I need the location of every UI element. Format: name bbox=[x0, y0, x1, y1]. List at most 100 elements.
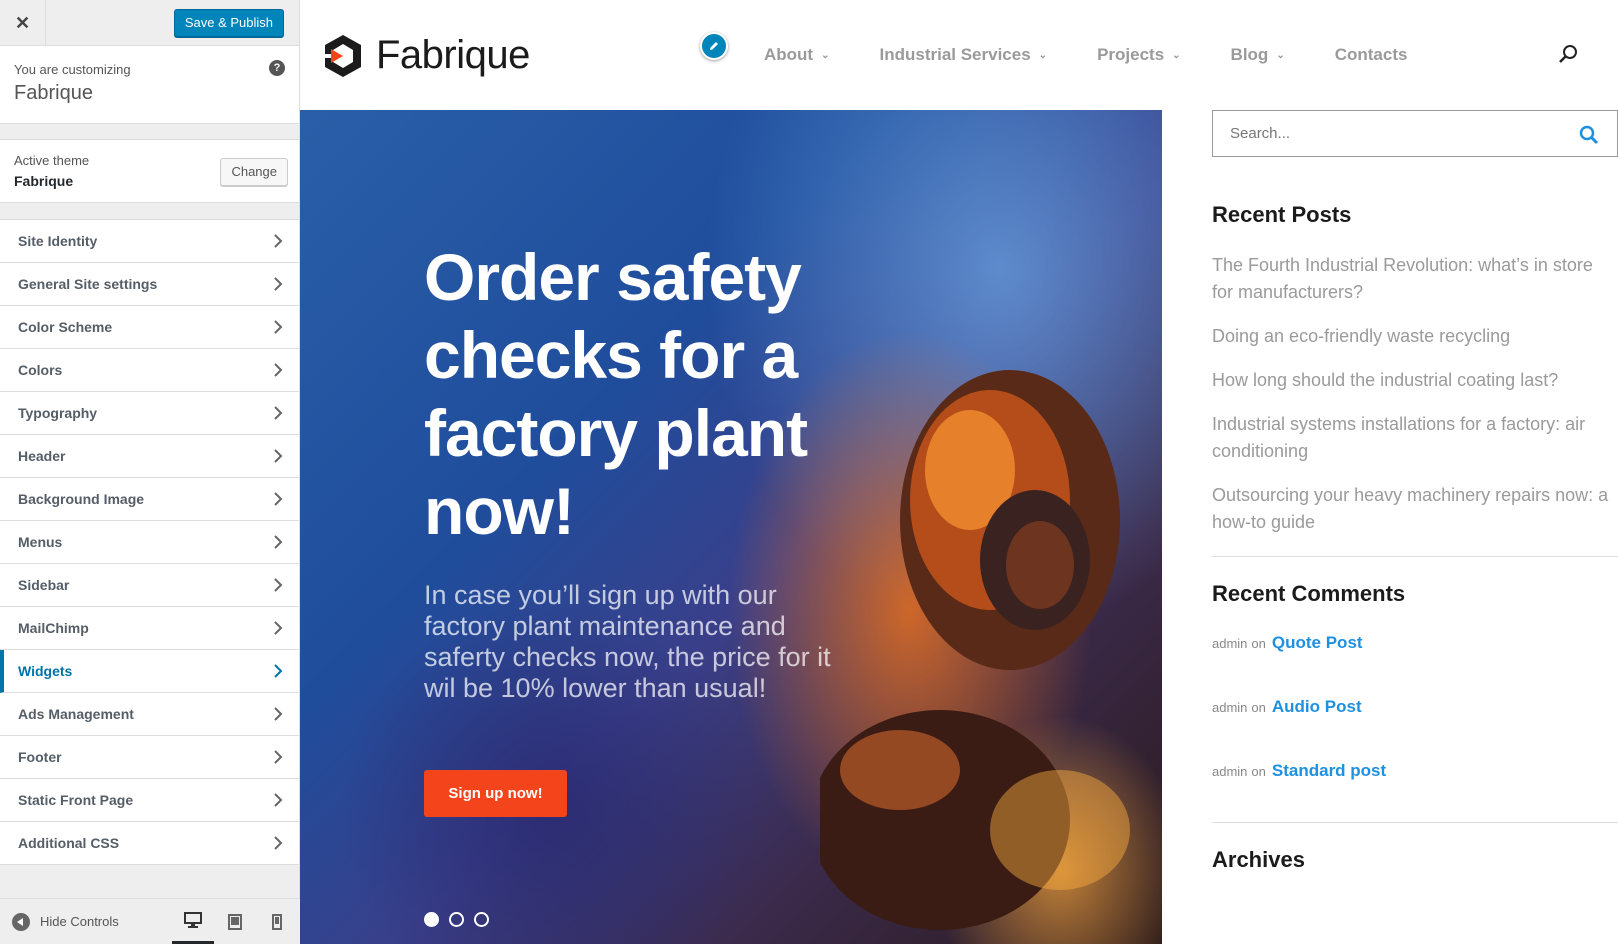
slider-pagination bbox=[424, 912, 499, 927]
section-background-image[interactable]: Background Image bbox=[0, 478, 299, 521]
archives-title: Archives bbox=[1212, 847, 1305, 872]
section-label: Menus bbox=[18, 534, 63, 550]
help-icon[interactable]: ? bbox=[269, 60, 285, 76]
close-customizer-button[interactable]: ✕ bbox=[0, 0, 46, 46]
customizer-header: ✕ Save & Publish bbox=[0, 0, 299, 46]
recent-post-link[interactable]: Doing an eco-friendly waste recycling bbox=[1212, 323, 1618, 350]
section-general-site-settings[interactable]: General Site settings bbox=[0, 263, 299, 306]
section-label: Typography bbox=[18, 405, 98, 421]
comment-author[interactable]: admin bbox=[1212, 636, 1247, 651]
site-preview: Fabrique About ⌄ Industrial Services ⌄ Proje… bbox=[300, 0, 1618, 944]
section-label: Widgets bbox=[18, 663, 73, 679]
comment-item: admin on Quote Post bbox=[1212, 633, 1618, 697]
edit-shortcut-pencil-icon[interactable] bbox=[700, 32, 728, 60]
slider-dot-3[interactable] bbox=[474, 912, 489, 927]
hero-subtitle: In case you’ll sign up with our factory … bbox=[424, 580, 831, 703]
customizer-sections: Site Identity General Site settings Color … bbox=[0, 219, 299, 865]
chevron-right-icon bbox=[274, 750, 283, 764]
comment-item: admin on Standard post bbox=[1212, 761, 1618, 825]
section-menus[interactable]: Menus bbox=[0, 521, 299, 564]
nav-item-label: Projects bbox=[1097, 45, 1165, 64]
preview-tablet-button[interactable] bbox=[214, 899, 256, 944]
section-label: Colors bbox=[18, 362, 63, 378]
chevron-right-icon bbox=[274, 449, 283, 463]
recent-posts-list: The Fourth Industrial Revolution: what’s… bbox=[1212, 252, 1618, 536]
section-label: Site Identity bbox=[18, 233, 98, 249]
nav-item-projects[interactable]: Projects ⌄ bbox=[1097, 45, 1180, 65]
section-typography[interactable]: Typography bbox=[0, 392, 299, 435]
hide-controls-button[interactable]: Hide Controls bbox=[12, 912, 119, 931]
section-additional-css[interactable]: Additional CSS bbox=[0, 822, 299, 865]
welder-illustration bbox=[820, 370, 1130, 930]
recent-post-link[interactable]: How long should the industrial coating l… bbox=[1212, 367, 1618, 394]
nav-item-label: Contacts bbox=[1334, 45, 1408, 64]
section-sidebar[interactable]: Sidebar bbox=[0, 564, 299, 607]
site-logo[interactable]: Fabrique bbox=[324, 33, 530, 78]
comment-author[interactable]: admin bbox=[1212, 764, 1247, 779]
chevron-right-icon bbox=[274, 793, 283, 807]
chevron-right-icon bbox=[274, 277, 283, 291]
recent-comments-title: Recent Comments bbox=[1212, 581, 1406, 606]
collapse-icon bbox=[12, 912, 30, 931]
comment-post-link[interactable]: Audio Post bbox=[1272, 697, 1362, 717]
section-label: Footer bbox=[18, 749, 62, 765]
section-label: Color Scheme bbox=[18, 319, 113, 335]
hero-slider: Order safety checks for a factory plant … bbox=[300, 110, 1162, 944]
customizing-label: You are customizing bbox=[14, 62, 131, 77]
recent-post-link[interactable]: Outsourcing your heavy machinery repairs… bbox=[1212, 482, 1618, 536]
change-theme-button[interactable]: Change bbox=[220, 158, 288, 186]
divider bbox=[1212, 556, 1618, 557]
recent-posts-title: Recent Posts bbox=[1212, 202, 1352, 227]
section-label: Ads Management bbox=[18, 706, 134, 722]
section-footer[interactable]: Footer bbox=[0, 736, 299, 779]
nav-item-blog[interactable]: Blog ⌄ bbox=[1231, 45, 1285, 65]
chevron-right-icon bbox=[274, 836, 283, 850]
customizer-footer: Hide Controls bbox=[0, 898, 300, 944]
slider-dot-2[interactable] bbox=[449, 912, 464, 927]
section-header[interactable]: Header bbox=[0, 435, 299, 478]
logo-text: Fabrique bbox=[376, 33, 530, 77]
search-icon[interactable] bbox=[1558, 44, 1578, 69]
comment-on-label: on bbox=[1251, 636, 1266, 651]
comment-post-link[interactable]: Standard post bbox=[1272, 761, 1386, 781]
section-static-front-page[interactable]: Static Front Page bbox=[0, 779, 299, 822]
comment-author[interactable]: admin bbox=[1212, 700, 1247, 715]
save-publish-button[interactable]: Save & Publish bbox=[173, 9, 284, 37]
nav-item-label: About bbox=[764, 45, 814, 64]
chevron-right-icon bbox=[274, 578, 283, 592]
comment-post-link[interactable]: Quote Post bbox=[1272, 633, 1363, 653]
search-input[interactable] bbox=[1213, 125, 1553, 142]
search-submit-icon[interactable] bbox=[1579, 125, 1599, 150]
section-label: Static Front Page bbox=[18, 792, 134, 808]
preview-desktop-button[interactable] bbox=[172, 899, 214, 944]
active-theme-panel: Active theme Fabrique Change bbox=[0, 139, 299, 203]
section-label: Additional CSS bbox=[18, 835, 120, 851]
section-widgets[interactable]: Widgets bbox=[0, 650, 299, 693]
section-ads-management[interactable]: Ads Management bbox=[0, 693, 299, 736]
section-label: General Site settings bbox=[18, 276, 158, 292]
nav-item-contacts[interactable]: Contacts bbox=[1335, 45, 1408, 65]
preview-mobile-button[interactable] bbox=[256, 899, 298, 944]
nav-item-about[interactable]: About ⌄ bbox=[764, 45, 829, 65]
section-label: MailChimp bbox=[18, 620, 89, 636]
chevron-right-icon bbox=[274, 234, 283, 248]
customizing-info: You are customizing Fabrique ? bbox=[0, 46, 299, 124]
section-mailchimp[interactable]: MailChimp bbox=[0, 607, 299, 650]
nav-item-label: Industrial Services bbox=[879, 45, 1031, 64]
chevron-right-icon bbox=[274, 363, 283, 377]
desktop-icon bbox=[184, 912, 202, 928]
slider-dot-1[interactable] bbox=[424, 912, 439, 927]
recent-post-link[interactable]: The Fourth Industrial Revolution: what’s… bbox=[1212, 252, 1618, 306]
section-site-identity[interactable]: Site Identity bbox=[0, 220, 299, 263]
section-color-scheme[interactable]: Color Scheme bbox=[0, 306, 299, 349]
chevron-right-icon bbox=[274, 664, 283, 678]
nav-item-label: Blog bbox=[1230, 45, 1269, 64]
nav-item-industrial-services[interactable]: Industrial Services ⌄ bbox=[879, 45, 1047, 65]
site-title: Fabrique bbox=[14, 82, 93, 104]
sidebar-widgets: Recent Posts The Fourth Industrial Revol… bbox=[1212, 110, 1618, 873]
sign-up-button[interactable]: Sign up now! bbox=[424, 770, 567, 817]
section-colors[interactable]: Colors bbox=[0, 349, 299, 392]
recent-post-link[interactable]: Industrial systems installations for a f… bbox=[1212, 411, 1618, 465]
chevron-down-icon: ⌄ bbox=[1172, 49, 1181, 61]
customizer-panel: ✕ Save & Publish You are customizing Fab… bbox=[0, 0, 300, 944]
